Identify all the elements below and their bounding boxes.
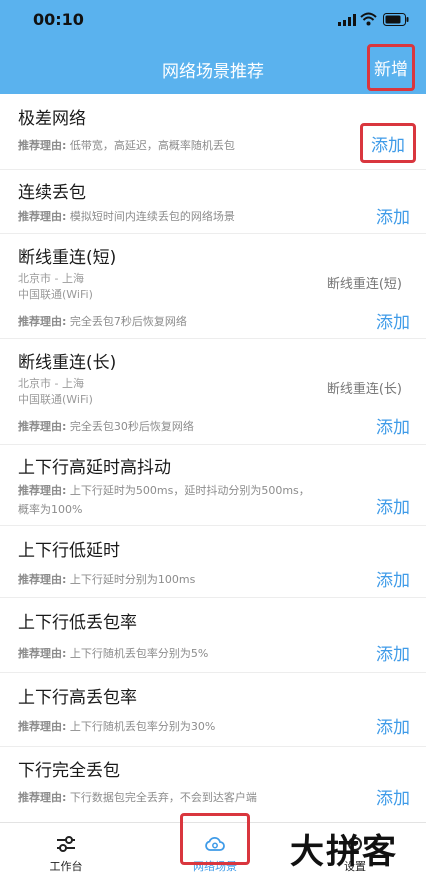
status-time: 00:10 (33, 10, 84, 29)
list-item: 上下行低丢包率 推荐理由: 上下行随机丢包率分别为5% 添加 (0, 598, 426, 673)
item-reason: 推荐理由: 上下行延时分别为100ms (18, 570, 358, 589)
add-button[interactable]: 添加 (376, 713, 410, 738)
item-title: 连续丢包 (18, 183, 86, 203)
reason-text: 模拟短时间内连续丢包的网络场景 (69, 210, 235, 223)
list-item: 上下行高丢包率 推荐理由: 上下行随机丢包率分别为30% 添加 (0, 673, 426, 747)
reason-label: 推荐理由: (18, 210, 67, 223)
item-reason: 推荐理由: 上下行随机丢包率分别为30% (18, 717, 358, 736)
nav-header: 00:10 网络场景推荐 新增 (0, 0, 426, 94)
item-reason: 推荐理由: 完全丢包7秒后恢复网络 (18, 312, 358, 331)
item-location: 北京市 - 上海 (18, 377, 84, 390)
item-reason: 推荐理由: 模拟短时间内连续丢包的网络场景 (18, 207, 358, 226)
tab-workbench[interactable]: 工作台 (36, 823, 96, 878)
reason-label: 推荐理由: (18, 139, 67, 152)
reason-text: 上下行随机丢包率分别为30% (69, 720, 216, 733)
item-title: 极差网络 (18, 109, 86, 129)
add-button[interactable]: 添加 (376, 413, 410, 438)
item-title: 上下行低延时 (18, 541, 120, 561)
reason-label: 推荐理由: (18, 573, 67, 586)
item-reason: 推荐理由: 完全丢包30秒后恢复网络 (18, 417, 358, 436)
add-button[interactable]: 添加 (376, 784, 410, 809)
item-reason: 推荐理由: 上下行随机丢包率分别为5% (18, 644, 358, 663)
reason-label: 推荐理由: (18, 647, 67, 660)
watermark: 大拼客 (290, 832, 398, 872)
battery-icon (383, 13, 409, 26)
item-title: 上下行高丢包率 (18, 688, 137, 708)
item-reason: 推荐理由: 下行数据包完全丢弃，不会到达客户端 (18, 788, 358, 807)
reason-text: 上下行延时分别为100ms (69, 573, 196, 586)
add-button[interactable]: 添加 (376, 566, 410, 591)
item-title: 断线重连(长) (18, 353, 117, 373)
scenario-list: 极差网络 推荐理由: 低带宽，高延迟，高概率随机丢包 添加 连续丢包 推荐理由:… (0, 94, 426, 812)
reason-text: 完全丢包30秒后恢复网络 (69, 420, 194, 433)
list-item: 断线重连(长) 北京市 - 上海 中国联通(WiFi) 断线重连(长) 推荐理由… (0, 339, 426, 445)
item-title: 下行完全丢包 (18, 761, 120, 781)
reason-label: 推荐理由: (18, 484, 67, 497)
item-carrier: 中国联通(WiFi) (18, 393, 93, 406)
add-button[interactable]: 添加 (376, 308, 410, 333)
list-item: 断线重连(短) 北京市 - 上海 中国联通(WiFi) 断线重连(短) 推荐理由… (0, 234, 426, 339)
list-item: 上下行高延时高抖动 推荐理由: 上下行延时为500ms，延时抖动分别为500ms… (0, 445, 426, 526)
item-carrier: 中国联通(WiFi) (18, 288, 93, 301)
add-button[interactable]: 添加 (376, 640, 410, 665)
reason-text: 低带宽，高延迟，高概率随机丢包 (69, 139, 235, 152)
list-item: 下行完全丢包 推荐理由: 下行数据包完全丢弃，不会到达客户端 添加 (0, 747, 426, 812)
page-title: 网络场景推荐 (162, 62, 264, 82)
list-item: 上下行低延时 推荐理由: 上下行延时分别为100ms 添加 (0, 526, 426, 598)
item-title: 上下行低丢包率 (18, 613, 137, 633)
signal-icon (338, 14, 356, 26)
reason-label: 推荐理由: (18, 791, 67, 804)
add-new-button[interactable]: 新增 (367, 44, 415, 91)
reason-label: 推荐理由: (18, 720, 67, 733)
item-tag: 断线重连(短) (326, 277, 402, 292)
tab-label: 工作台 (49, 860, 83, 873)
item-title: 断线重连(短) (18, 248, 117, 268)
item-reason: 推荐理由: 低带宽，高延迟，高概率随机丢包 (18, 136, 358, 155)
list-item: 连续丢包 推荐理由: 模拟短时间内连续丢包的网络场景 添加 (0, 170, 426, 234)
tab-highlight-box (180, 813, 250, 865)
item-tag: 断线重连(长) (326, 382, 402, 397)
list-item: 极差网络 推荐理由: 低带宽，高延迟，高概率随机丢包 添加 (0, 94, 426, 170)
add-button[interactable]: 添加 (360, 123, 416, 163)
item-location: 北京市 - 上海 (18, 272, 84, 285)
item-title: 上下行高延时高抖动 (18, 458, 171, 478)
reason-text: 完全丢包7秒后恢复网络 (69, 315, 187, 328)
reason-label: 推荐理由: (18, 315, 67, 328)
wifi-icon (360, 12, 377, 26)
add-button[interactable]: 添加 (376, 493, 410, 518)
add-button[interactable]: 添加 (376, 203, 410, 228)
reason-text: 上下行随机丢包率分别为5% (69, 647, 209, 660)
reason-text: 下行数据包完全丢弃，不会到达客户端 (69, 791, 257, 804)
item-reason: 推荐理由: 上下行延时为500ms，延时抖动分别为500ms，概率为100% (18, 481, 318, 519)
sliders-icon (57, 836, 75, 852)
reason-label: 推荐理由: (18, 420, 67, 433)
